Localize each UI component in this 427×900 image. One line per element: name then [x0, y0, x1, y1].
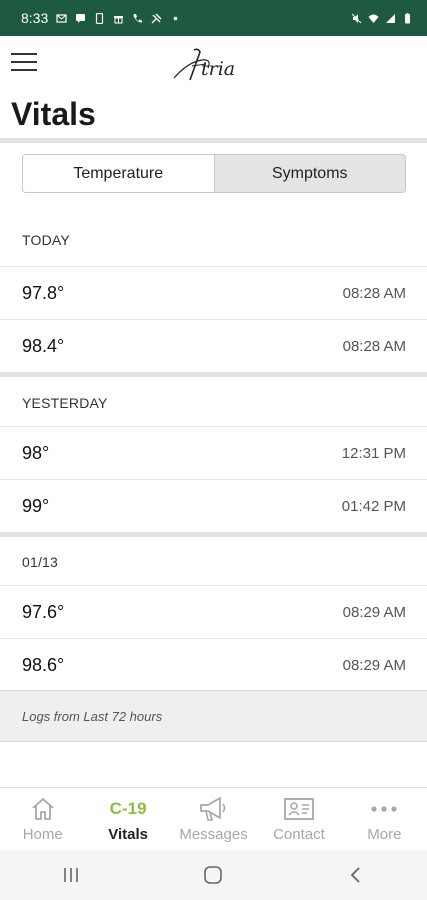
home-system-button[interactable] — [183, 855, 243, 895]
call-icon — [133, 13, 143, 23]
temperature-value: 99° — [22, 495, 50, 516]
log-time: 12:31 PM — [341, 444, 406, 462]
log-time: 08:29 AM — [342, 656, 406, 674]
megaphone-icon — [199, 797, 225, 821]
section-header-today: TODAY — [22, 232, 70, 248]
nav-label-vitals: Vitals — [108, 826, 148, 843]
vitals-segmented-control: Temperature Symptoms — [22, 154, 406, 193]
nav-contact[interactable]: Contact — [256, 788, 341, 850]
gift-icon — [114, 15, 124, 23]
section-header-date: 01/13 — [22, 554, 59, 570]
wifi-icon — [368, 14, 379, 23]
nav-label-home: Home — [22, 826, 63, 843]
temperature-value: 97.8° — [22, 282, 65, 303]
page-title: Vitals — [11, 96, 96, 132]
status-time: 8:33 — [21, 10, 49, 26]
header-divider — [0, 138, 427, 143]
log-time: 08:29 AM — [342, 603, 406, 621]
temperature-value: 98.4° — [22, 335, 65, 356]
back-icon — [350, 867, 360, 883]
dot-icon — [173, 16, 178, 20]
temperature-value: 98.6° — [22, 654, 65, 675]
nav-label-messages: Messages — [179, 826, 248, 843]
list-item[interactable]: 98° 12:31 PM — [0, 426, 427, 479]
tab-symptoms[interactable]: Symptoms — [213, 155, 405, 192]
system-status-icons — [351, 12, 413, 24]
log-time: 08:28 AM — [342, 337, 406, 355]
more-dots-icon — [371, 806, 397, 812]
recents-button[interactable] — [41, 855, 101, 895]
nav-more[interactable]: More — [342, 788, 427, 850]
nav-label-contact: Contact — [273, 826, 325, 843]
contact-card-icon — [284, 798, 314, 820]
nav-vitals[interactable]: C-19 Vitals — [85, 788, 170, 850]
log-time: 08:28 AM — [342, 284, 406, 302]
tool-icon — [151, 13, 162, 23]
c19-icon: C-19 — [109, 799, 147, 818]
atria-logo: tria — [173, 48, 235, 81]
hamburger-icon[interactable] — [11, 53, 37, 73]
tab-temperature[interactable]: Temperature — [23, 155, 214, 192]
phone-icon — [96, 12, 104, 24]
system-navigation-bar — [0, 850, 427, 900]
list-item[interactable]: 97.8° 08:28 AM — [0, 266, 427, 319]
signal-icon — [386, 13, 395, 23]
list-item[interactable]: 98.6° 08:29 AM — [0, 638, 427, 691]
list-item[interactable]: 98.4° 08:28 AM — [0, 319, 427, 372]
mute-icon — [351, 13, 362, 23]
temperature-value: 97.6° — [22, 601, 65, 622]
list-item[interactable]: 97.6° 08:29 AM — [0, 585, 427, 638]
section-header-yesterday: YESTERDAY — [22, 395, 108, 411]
svg-text:tria: tria — [201, 58, 235, 80]
home-circle-icon — [204, 866, 223, 884]
temperature-value: 98° — [22, 442, 50, 463]
app-header: tria — [0, 36, 427, 88]
status-bar: 8:33 — [0, 0, 427, 36]
list-item[interactable]: 99° 01:42 PM — [0, 479, 427, 532]
back-button[interactable] — [326, 855, 386, 895]
logs-footer-note: Logs from Last 72 hours — [0, 690, 427, 742]
battery-icon — [405, 12, 410, 23]
recents-icon — [64, 868, 78, 882]
home-icon — [32, 798, 54, 820]
nav-messages[interactable]: Messages — [171, 788, 256, 850]
nav-home[interactable]: Home — [0, 788, 85, 850]
nav-label-more: More — [367, 826, 402, 843]
chat-icon — [76, 13, 86, 23]
log-time: 01:42 PM — [341, 497, 406, 515]
bottom-navigation: Home C-19 Vitals Messages Contact More — [0, 787, 427, 850]
mail-icon — [56, 13, 67, 23]
notification-icons — [56, 12, 181, 24]
